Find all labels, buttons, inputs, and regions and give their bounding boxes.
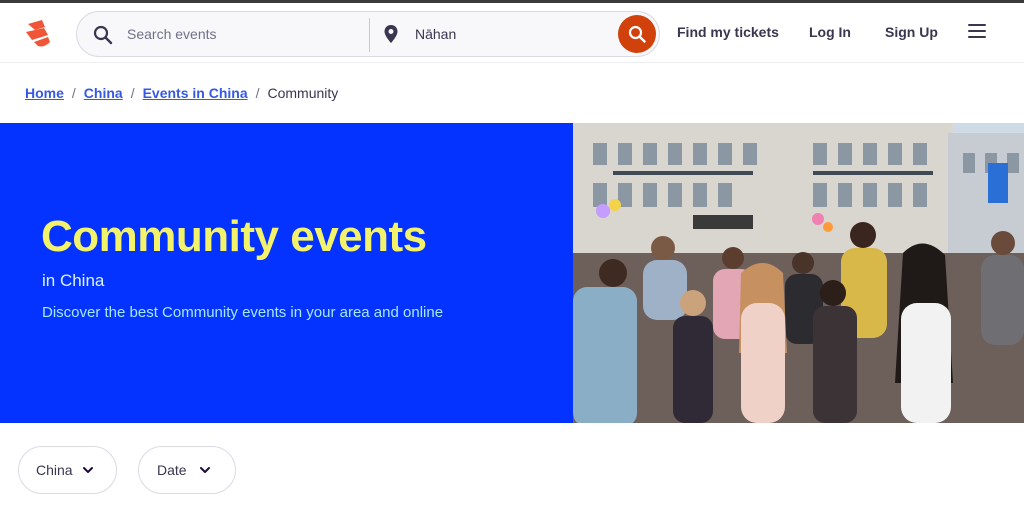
location-filter-label: China <box>36 462 73 478</box>
breadcrumb-separator: / <box>255 85 260 101</box>
crowd-photo-illustration <box>573 123 1024 423</box>
breadcrumb-events-in-china[interactable]: Events in China <box>143 85 248 101</box>
breadcrumb: Home / China / Events in China / Community <box>25 85 338 101</box>
location-input[interactable] <box>415 23 595 45</box>
hero-crowd-image <box>573 123 1024 423</box>
map-pin-icon <box>384 25 398 43</box>
search-divider <box>369 18 370 52</box>
hero-subtitle: in China <box>42 271 105 290</box>
page-title: Community events <box>41 212 427 261</box>
search-bar <box>76 11 660 57</box>
hero-banner: Community events in China Discover the b… <box>0 123 573 423</box>
search-button-icon <box>628 25 646 43</box>
site-header: Find my tickets Log In Sign Up <box>0 3 1024 63</box>
log-in-link[interactable]: Log In <box>809 24 851 40</box>
breadcrumb-home[interactable]: Home <box>25 85 64 101</box>
sign-up-link[interactable]: Sign Up <box>885 24 938 40</box>
eventbrite-logo-icon[interactable] <box>24 18 52 48</box>
date-filter-label: Date <box>157 462 187 478</box>
search-input[interactable] <box>127 23 357 45</box>
hamburger-menu-icon[interactable] <box>968 24 988 40</box>
chevron-down-icon <box>200 467 210 473</box>
breadcrumb-separator: / <box>71 85 76 101</box>
hero-description: Discover the best Community events in yo… <box>42 304 444 321</box>
date-filter-dropdown[interactable]: Date <box>138 446 236 494</box>
search-button[interactable] <box>618 15 656 53</box>
breadcrumb-china[interactable]: China <box>84 85 123 101</box>
breadcrumb-current: Community <box>267 85 339 101</box>
search-icon <box>93 25 113 45</box>
breadcrumb-separator: / <box>130 85 135 101</box>
chevron-down-icon <box>83 467 93 473</box>
find-my-tickets-link[interactable]: Find my tickets <box>677 24 779 40</box>
location-filter-dropdown[interactable]: China <box>18 446 117 494</box>
